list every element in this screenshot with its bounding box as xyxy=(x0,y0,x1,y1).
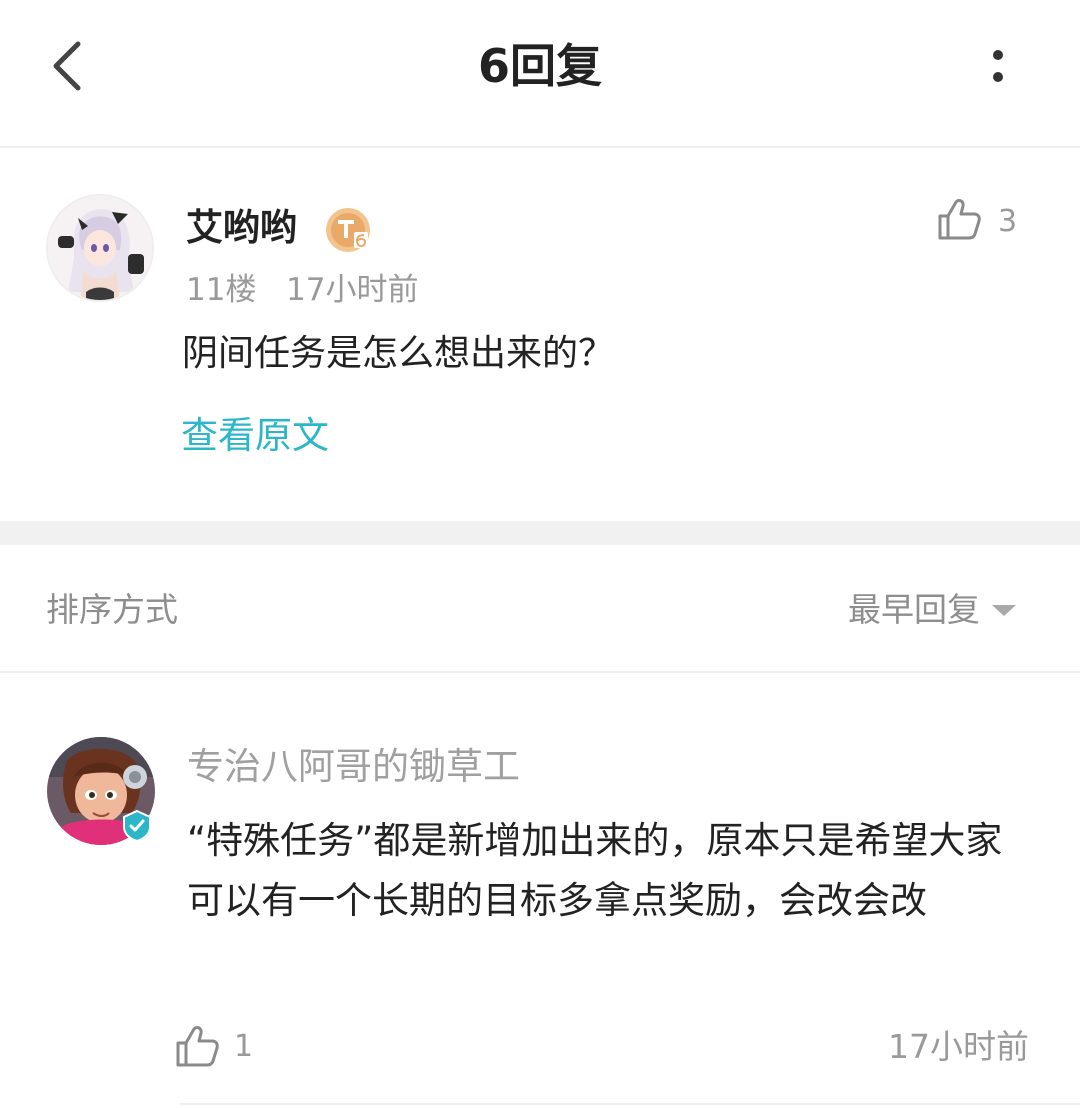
reply-item: 专治八阿哥的锄草工 “特殊任务”都是新增加出来的，原本只是希望大家可以有一个长期… xyxy=(0,673,1080,1108)
anime-avatar-image xyxy=(48,196,152,300)
divider xyxy=(180,1103,1080,1105)
thumbs-up-icon[interactable] xyxy=(936,196,982,242)
sort-bar: 排序方式 最早回复 xyxy=(0,545,1080,671)
top-bar: 6回复 xyxy=(0,0,1080,146)
sort-dropdown[interactable]: 最早回复 xyxy=(848,587,1016,633)
thumbs-up-icon[interactable] xyxy=(174,1023,220,1069)
view-original-link[interactable]: 查看原文 xyxy=(181,410,329,462)
reply-like-count: 1 xyxy=(234,1029,254,1064)
more-vertical-icon xyxy=(993,50,1003,60)
post-meta: 11楼 17小时前 xyxy=(186,268,418,312)
post-author-name[interactable]: 艾哟哟 xyxy=(186,202,297,254)
more-options-button[interactable] xyxy=(976,40,1020,92)
post-floor: 11楼 xyxy=(186,272,257,308)
reply-text: “特殊任务”都是新增加出来的，原本只是希望大家可以有一个长期的目标多拿点奖励，会… xyxy=(187,819,1003,922)
section-separator xyxy=(0,521,1080,545)
avatar[interactable] xyxy=(46,194,154,302)
main-post: 艾哟哟 3 11楼 17小时前 阴间任务是怎么想出来的？ 查看原文 xyxy=(0,148,1080,521)
sort-value: 最早回复 xyxy=(848,590,980,629)
sort-label: 排序方式 xyxy=(46,590,178,629)
post-text: 阴间任务是怎么想出来的？ xyxy=(182,333,615,374)
reply-author-name[interactable]: 专治八阿哥的锄草工 xyxy=(187,741,520,793)
post-like-count: 3 xyxy=(998,204,1018,239)
reply-time: 17小时前 xyxy=(888,1027,1029,1066)
caret-down-icon xyxy=(992,604,1016,616)
level-badge-icon xyxy=(326,208,370,252)
verified-badge-icon xyxy=(123,809,151,843)
post-time: 17小时前 xyxy=(286,272,419,308)
page-title: 6回复 xyxy=(477,39,602,93)
